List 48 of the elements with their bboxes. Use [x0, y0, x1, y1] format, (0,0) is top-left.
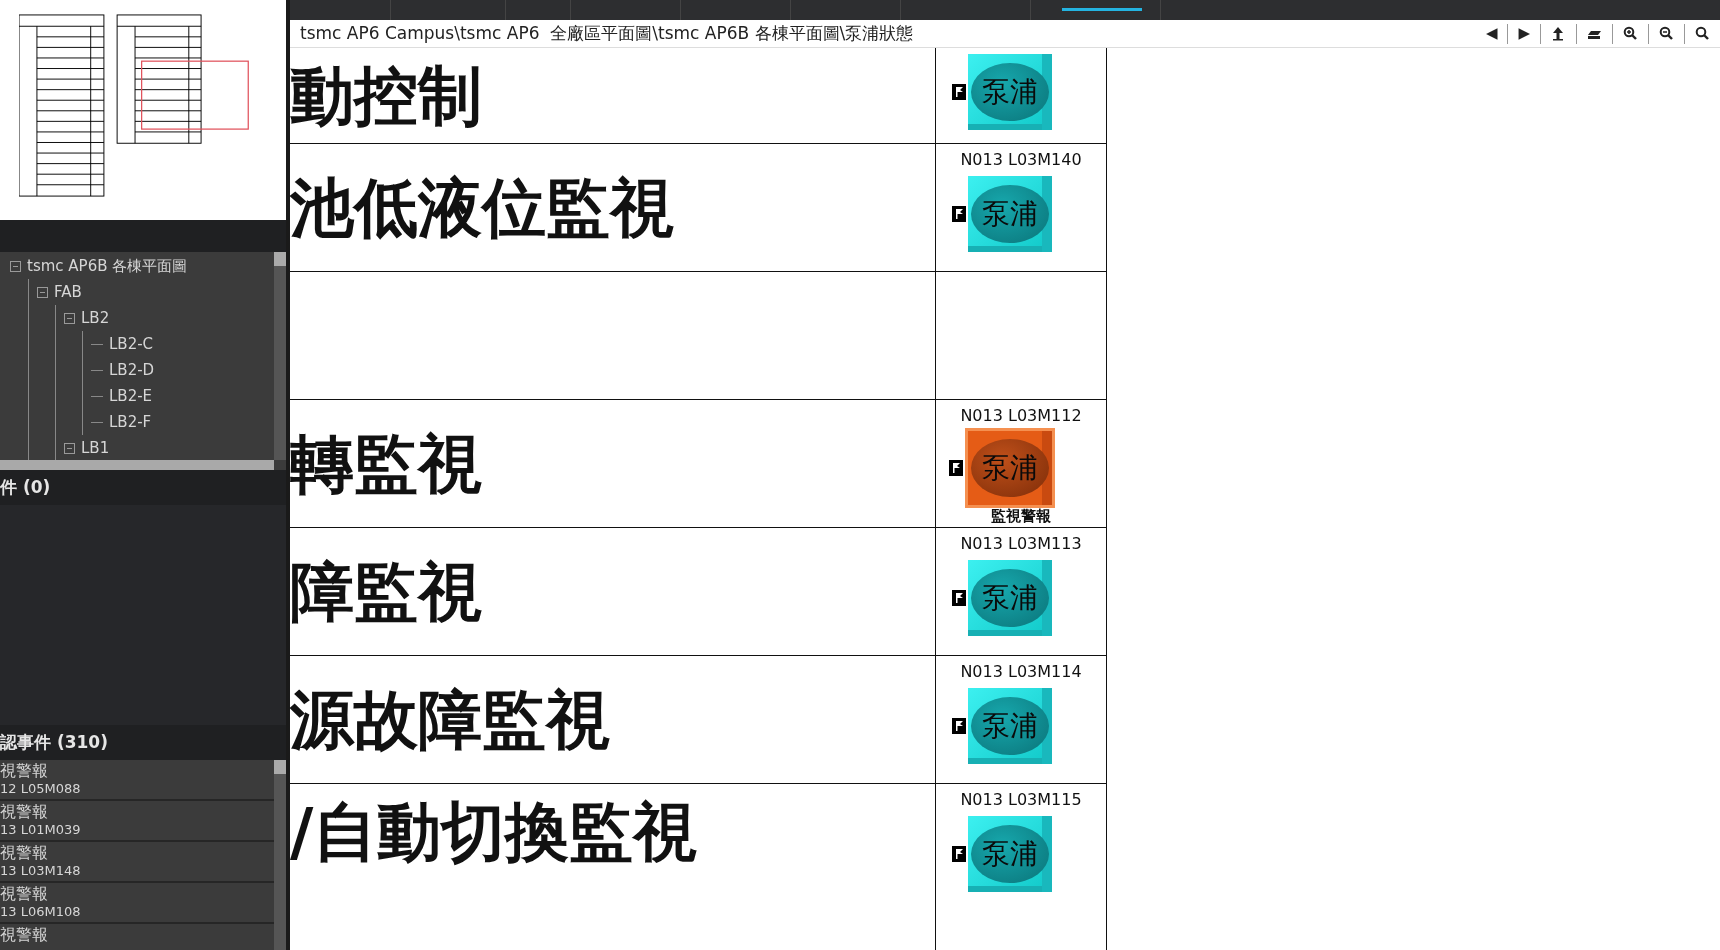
- point-tag: N013 L03M113: [960, 534, 1082, 554]
- panel-title: 認事件 (310): [0, 730, 108, 754]
- zoom-out-icon[interactable]: [1659, 26, 1674, 41]
- next-button[interactable]: ▶: [1507, 23, 1540, 44]
- pump-button[interactable]: 泵浦: [968, 560, 1052, 636]
- scrollbar[interactable]: [274, 760, 286, 950]
- collapse-icon[interactable]: [64, 442, 75, 454]
- collapse-icon[interactable]: [37, 286, 48, 298]
- point-label: 動控制: [290, 57, 482, 135]
- pump-button[interactable]: 泵浦: [968, 54, 1052, 130]
- tree-item[interactable]: LB2-C: [109, 332, 154, 356]
- scrollbar[interactable]: [274, 252, 286, 460]
- point-label: 源故障監視: [290, 681, 610, 759]
- tree-item[interactable]: LB2-D: [109, 358, 155, 382]
- up-arrow-icon[interactable]: [1551, 26, 1566, 41]
- tree-item[interactable]: LB2: [81, 306, 110, 330]
- pump-button[interactable]: 泵浦: [968, 688, 1052, 764]
- point-label: /自動切換監視: [290, 794, 698, 871]
- panel-title: 件 (0): [0, 475, 51, 499]
- tree-item[interactable]: LB2-F: [109, 410, 152, 434]
- pump-button[interactable]: 泵浦: [968, 816, 1052, 892]
- flag-icon: [952, 846, 966, 862]
- pump-button[interactable]: 泵浦: [965, 428, 1055, 508]
- tree-item[interactable]: tsmc AP6B 各棟平面圖: [27, 254, 188, 278]
- collapse-icon[interactable]: [64, 312, 75, 324]
- point-tag: N013 L03M140: [960, 150, 1082, 170]
- pump-button[interactable]: 泵浦: [968, 176, 1052, 252]
- flag-icon: [949, 460, 963, 476]
- flag-icon: [952, 84, 966, 100]
- point-tag: N013 L03M115: [960, 790, 1082, 810]
- tree-item[interactable]: FAB: [54, 280, 82, 304]
- breadcrumb-path: tsmc AP6 Campus\tsmc AP6 全廠區平面圖\tsmc AP6B 各棟平面圖\泵浦狀態: [299, 21, 915, 45]
- flag-icon: [952, 590, 966, 606]
- tree-item[interactable]: LB2-E: [109, 384, 153, 408]
- point-tag: N013 L03M114: [960, 662, 1082, 682]
- flag-icon: [952, 206, 966, 222]
- search-icon[interactable]: [1695, 26, 1710, 41]
- collapse-icon[interactable]: [10, 260, 21, 272]
- status-label: 監視警報: [991, 508, 1051, 525]
- scrollbar[interactable]: [0, 460, 274, 470]
- zoom-in-icon[interactable]: [1623, 26, 1638, 41]
- tree-item[interactable]: LB1: [81, 436, 110, 460]
- point-label: 池低液位監視: [290, 169, 674, 247]
- previous-button[interactable]: ◀: [1475, 23, 1508, 44]
- flag-icon: [952, 718, 966, 734]
- point-label: 障監視: [290, 553, 482, 631]
- point-tag: N013 L03M112: [960, 406, 1082, 426]
- point-label: 轉監視: [290, 425, 482, 503]
